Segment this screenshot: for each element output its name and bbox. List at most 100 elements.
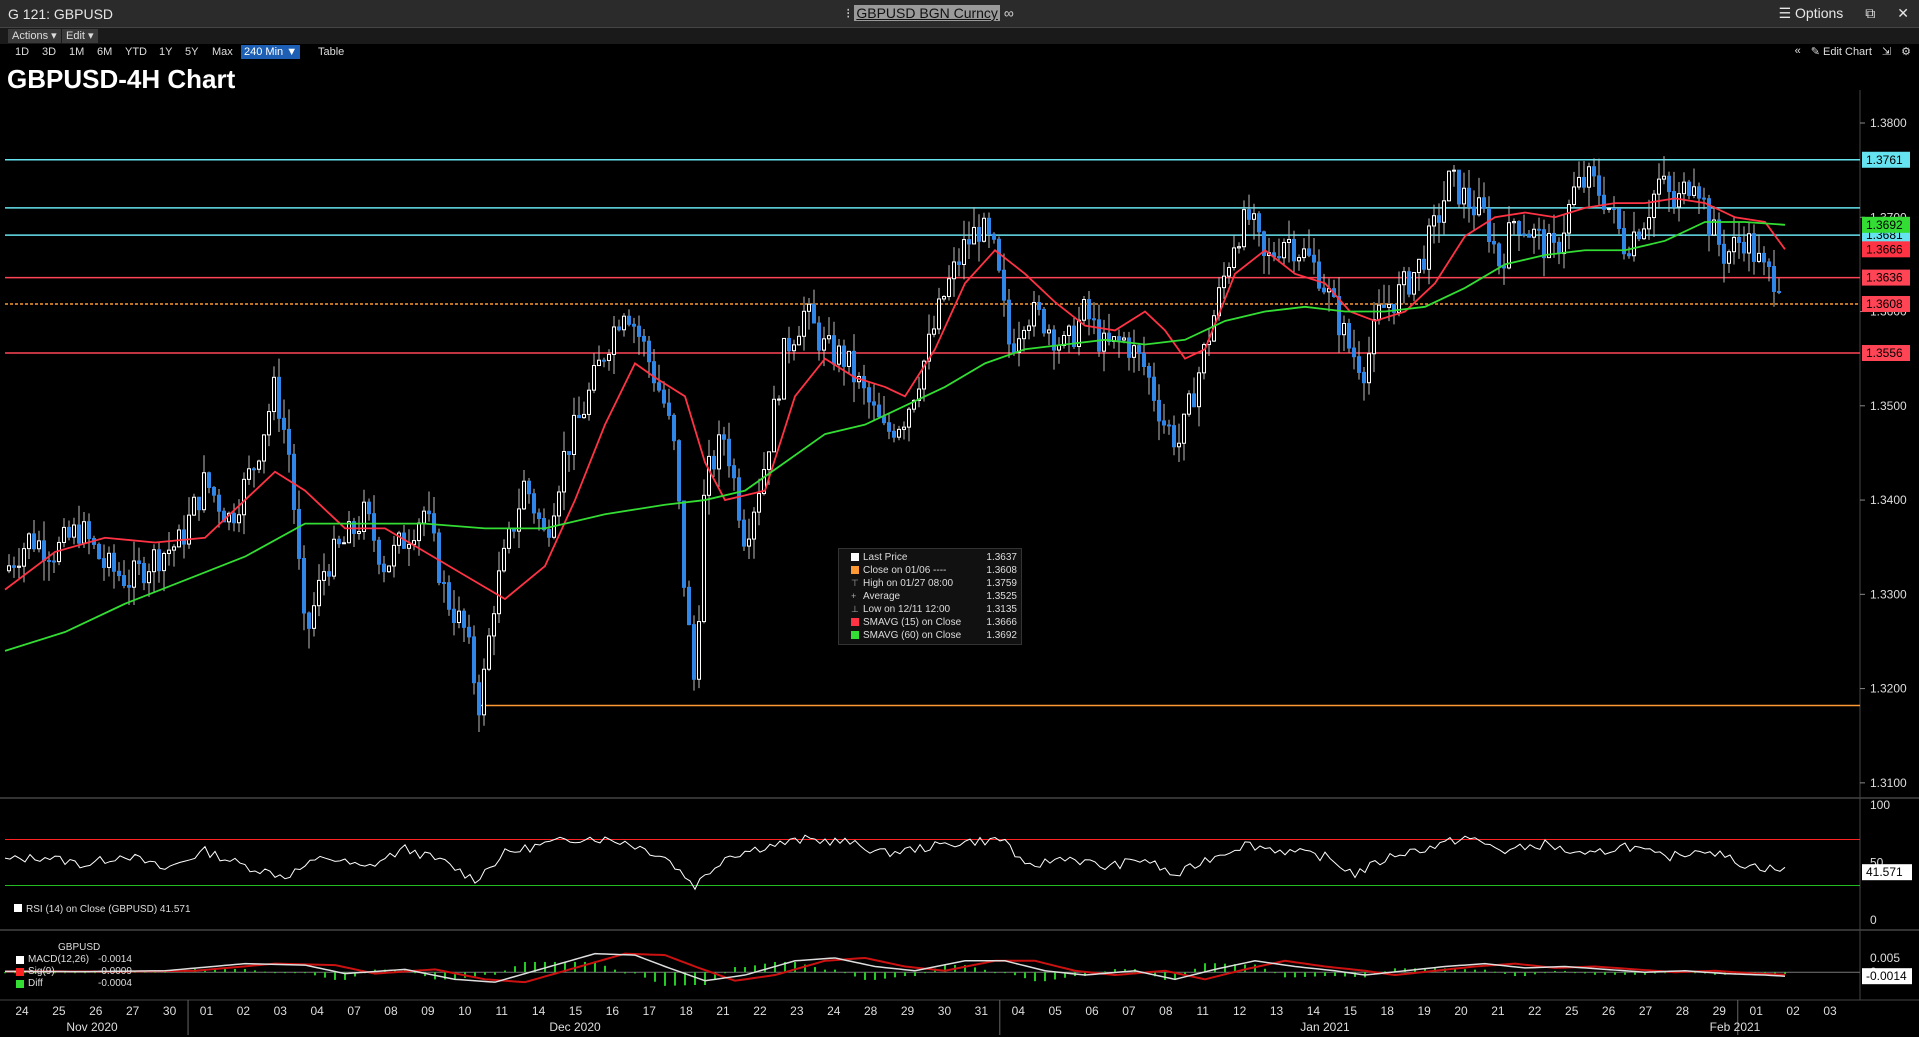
candle-body — [967, 239, 971, 245]
macd-swatch — [16, 980, 24, 988]
macd-histogram-bar — [874, 972, 876, 980]
macd-histogram-bar — [1314, 972, 1316, 977]
candle-body — [482, 668, 486, 716]
candle-body — [587, 389, 591, 415]
candle-body — [532, 493, 536, 514]
candle-body — [137, 560, 141, 565]
macd-histogram-bar — [1214, 963, 1216, 973]
candle-body — [1082, 299, 1086, 321]
candle-body — [22, 548, 26, 567]
candle-body — [1492, 240, 1496, 245]
macd-histogram-bar — [414, 972, 416, 974]
macd-histogram-bar — [474, 972, 476, 977]
candle-body — [527, 480, 531, 495]
candle-body — [1477, 197, 1481, 216]
candle-body — [112, 552, 116, 572]
macd-histogram-bar — [974, 967, 976, 973]
legend-value: 1.3692 — [986, 630, 1017, 641]
candle-body — [1092, 318, 1096, 321]
candle-body — [1277, 256, 1281, 259]
x-tick-label: 11 — [1197, 1004, 1210, 1018]
candle-body — [1467, 187, 1471, 208]
candle-body — [87, 521, 91, 540]
macd-histogram-bar — [1194, 968, 1196, 973]
candle-body — [647, 340, 651, 363]
candle-body — [182, 529, 186, 545]
macd-histogram-bar — [694, 972, 696, 986]
macd-sig-row: Sig(9) -0.0009 — [14, 966, 132, 978]
candle-body — [872, 401, 876, 406]
candle-body — [487, 635, 491, 670]
macd-histogram-bar — [524, 961, 526, 973]
candle-body — [1567, 203, 1571, 234]
candle-body — [432, 513, 436, 534]
candle-body — [702, 494, 706, 623]
x-tick-label: 07 — [347, 1004, 361, 1018]
rsi-value-label: 41.571 — [1866, 865, 1903, 879]
candle-body — [1362, 371, 1366, 384]
macd-histogram-bar — [1304, 972, 1306, 977]
candle-body — [757, 493, 761, 513]
candle-body — [1367, 353, 1371, 384]
x-tick-label: 04 — [1012, 1004, 1026, 1018]
candle-body — [1557, 241, 1561, 255]
candle-body — [167, 549, 171, 554]
legend-label: SMAVG (15) on Close — [863, 617, 962, 628]
candle-body — [1487, 207, 1491, 242]
candle-body — [1677, 193, 1681, 208]
macd-histogram-bar — [704, 972, 706, 986]
candle-body — [1182, 413, 1186, 444]
macd-histogram-bar — [264, 971, 266, 973]
candle-body — [1357, 356, 1361, 373]
x-tick-label: 01 — [200, 1004, 214, 1018]
candle-body — [117, 570, 121, 577]
candle-body — [797, 335, 801, 346]
candle-body — [1472, 206, 1476, 216]
x-tick-label: 25 — [52, 1004, 66, 1018]
candle-body — [387, 565, 391, 573]
candle-body — [907, 408, 911, 428]
candle-body — [1767, 261, 1771, 268]
x-tick-label: 08 — [384, 1004, 398, 1018]
candle-body — [377, 539, 381, 565]
x-tick-label: 04 — [311, 1004, 325, 1018]
candle-body — [1192, 393, 1196, 408]
macd-histogram-bar — [1564, 970, 1566, 973]
macd-histogram-bar — [274, 972, 276, 974]
candle-body — [327, 571, 331, 577]
candle-body — [32, 533, 36, 550]
candle-body — [707, 455, 711, 496]
candle-body — [162, 552, 166, 572]
macd-histogram-bar — [1634, 972, 1636, 975]
rsi-tick-label: 0 — [1870, 913, 1877, 927]
candle-body — [1682, 181, 1686, 195]
chart-canvas[interactable]: 1.38001.37001.36001.35001.34001.33001.32… — [0, 0, 1919, 1037]
macd-histogram-bar — [1104, 971, 1106, 973]
x-tick-label: 02 — [1786, 1004, 1800, 1018]
candle-body — [937, 298, 941, 330]
candle-body — [1397, 284, 1401, 313]
candle-body — [962, 239, 966, 265]
candle-body — [1097, 319, 1101, 352]
candle-body — [122, 575, 126, 586]
x-tick-label: 17 — [643, 1004, 657, 1018]
legend-value: 1.3637 — [986, 552, 1017, 563]
macd-histogram-bar — [1264, 968, 1266, 973]
candle-body — [1612, 207, 1616, 210]
x-tick-label: 24 — [827, 1004, 841, 1018]
candle-body — [677, 440, 681, 502]
macd-histogram-bar — [894, 972, 896, 978]
candle-body — [972, 226, 976, 245]
legend-swatch — [851, 566, 859, 574]
candle-body — [1652, 193, 1656, 219]
macd-histogram-bar — [1014, 972, 1016, 976]
x-tick-label: 12 — [1233, 1004, 1247, 1018]
candle-body — [807, 303, 811, 312]
candle-body — [207, 472, 211, 488]
candle-body — [1402, 271, 1406, 286]
candle-body — [1617, 208, 1621, 229]
legend-row-sma15: SMAVG (15) on Close 1.3666 — [843, 616, 1017, 629]
candle-body — [1692, 186, 1696, 196]
candle-body — [662, 389, 666, 404]
candle-body — [1012, 343, 1016, 354]
